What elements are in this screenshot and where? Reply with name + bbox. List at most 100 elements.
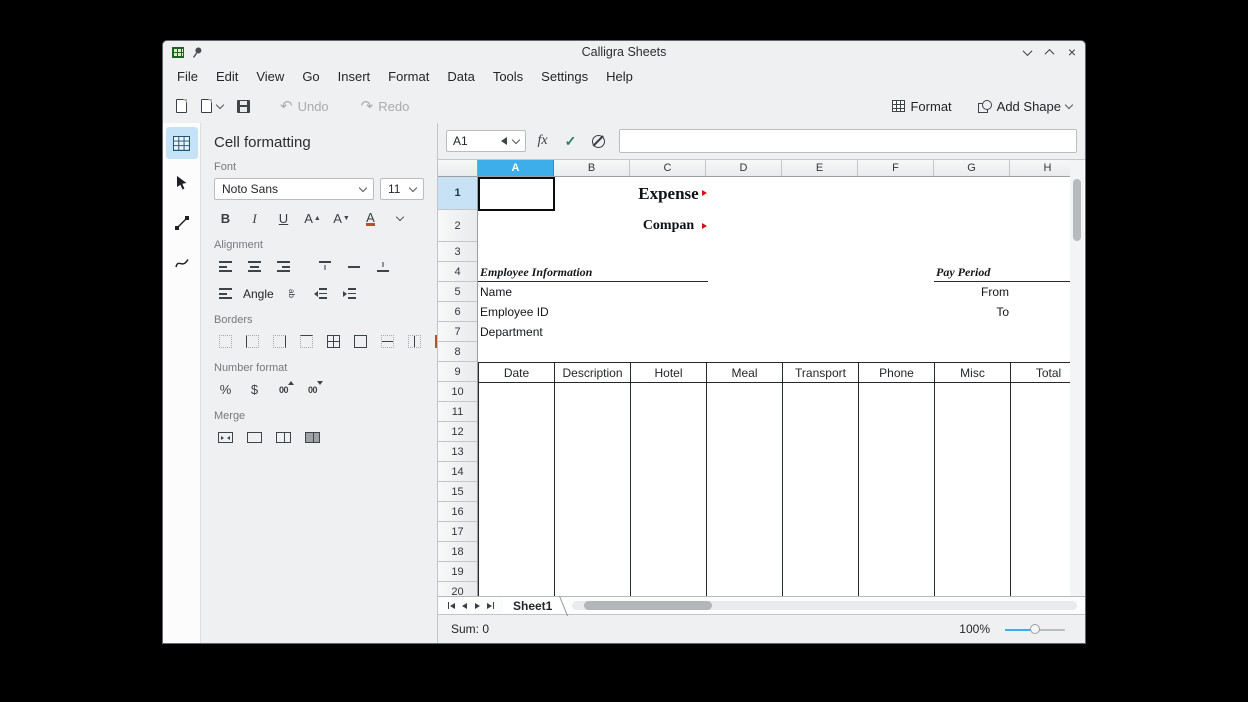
increase-indent-button[interactable] — [338, 283, 361, 304]
cell-report-subtitle[interactable]: Compan — [630, 210, 707, 242]
expense-header-phone[interactable]: Phone — [858, 362, 935, 383]
menu-edit[interactable]: Edit — [207, 65, 247, 88]
border-none-button[interactable] — [214, 331, 237, 352]
column-header-G[interactable]: G — [934, 160, 1010, 176]
last-sheet-button[interactable] — [484, 599, 497, 613]
merge-vertical-button[interactable] — [272, 427, 295, 448]
column-header-D[interactable]: D — [706, 160, 782, 176]
cells-layer[interactable]: Expense Compan Employee Information Pay … — [478, 177, 1070, 596]
row-header-10[interactable]: 10 — [438, 382, 477, 402]
row-header-19[interactable]: 19 — [438, 562, 477, 582]
zoom-slider-knob[interactable] — [1030, 624, 1040, 634]
row-header-18[interactable]: 18 — [438, 542, 477, 562]
menu-help[interactable]: Help — [597, 65, 642, 88]
titlebar[interactable]: Calligra Sheets × — [163, 41, 1085, 63]
new-document-button[interactable] — [170, 93, 193, 119]
underline-button[interactable]: U — [272, 208, 295, 229]
shrink-font-button[interactable]: A▼ — [330, 208, 353, 229]
row-header-3[interactable]: 3 — [438, 242, 477, 262]
sheet-tab-sheet1[interactable]: Sheet1 — [503, 597, 566, 614]
vertical-scrollbar[interactable] — [1070, 160, 1084, 596]
increase-precision-button[interactable]: 00 — [272, 379, 295, 400]
row-header-9[interactable]: 9 — [438, 362, 477, 382]
row-header-14[interactable]: 14 — [438, 462, 477, 482]
redo-button[interactable]: ↷ Redo — [355, 93, 416, 119]
row-header-7[interactable]: 7 — [438, 322, 477, 342]
row-header-1[interactable]: 1 — [438, 177, 477, 210]
row-header-5[interactable]: 5 — [438, 282, 477, 302]
font-color-button[interactable]: A — [359, 208, 382, 229]
column-header-C[interactable]: C — [630, 160, 706, 176]
align-middle-button[interactable] — [342, 256, 365, 277]
row-header-4[interactable]: 4 — [438, 262, 477, 282]
expense-header-description[interactable]: Description — [554, 362, 631, 383]
border-color-button[interactable] — [430, 331, 438, 352]
column-header-H[interactable]: H — [1010, 160, 1070, 176]
minimize-icon[interactable] — [1022, 46, 1032, 56]
align-center-button[interactable] — [243, 256, 266, 277]
merge-cells-button[interactable] — [214, 427, 237, 448]
cancel-button[interactable] — [587, 131, 610, 152]
decrease-indent-button[interactable] — [309, 283, 332, 304]
column-header-B[interactable]: B — [554, 160, 630, 176]
select-all-corner[interactable] — [438, 160, 478, 177]
close-icon[interactable]: × — [1068, 45, 1076, 59]
border-top-button[interactable] — [295, 331, 318, 352]
cell-name-label[interactable]: Name — [480, 282, 512, 302]
merge-horizontal-button[interactable] — [243, 427, 266, 448]
previous-sheet-button[interactable] — [458, 599, 471, 613]
grow-font-button[interactable]: A▲ — [301, 208, 324, 229]
next-sheet-button[interactable] — [471, 599, 484, 613]
row-header-12[interactable]: 12 — [438, 422, 477, 442]
border-right-button[interactable] — [268, 331, 291, 352]
apply-button[interactable]: ✓ — [559, 131, 582, 152]
function-button[interactable]: fx — [531, 131, 554, 152]
connector-tool-button[interactable] — [166, 207, 198, 239]
menu-file[interactable]: File — [168, 65, 207, 88]
cell-to-label[interactable]: To — [934, 302, 1009, 322]
formula-input[interactable] — [619, 129, 1077, 153]
maximize-icon[interactable] — [1044, 48, 1054, 58]
selection-tool-button[interactable] — [166, 167, 198, 199]
row-header-8[interactable]: 8 — [438, 342, 477, 362]
dissolve-merge-button[interactable] — [301, 427, 324, 448]
expense-header-hotel[interactable]: Hotel — [630, 362, 707, 383]
menu-format[interactable]: Format — [379, 65, 438, 88]
first-sheet-button[interactable] — [445, 599, 458, 613]
cell-cursor[interactable] — [478, 177, 555, 211]
align-bottom-button[interactable] — [371, 256, 394, 277]
horizontal-scrollbar[interactable] — [572, 601, 1077, 610]
vertical-scrollbar-thumb[interactable] — [1073, 179, 1081, 241]
menu-data[interactable]: Data — [438, 65, 483, 88]
open-dropdown-icon[interactable] — [216, 100, 224, 108]
add-shape-dropdown-icon[interactable] — [1065, 100, 1073, 108]
font-more-button[interactable] — [388, 208, 411, 229]
column-header-A[interactable]: A — [478, 160, 554, 176]
add-shape-button[interactable]: Add Shape — [972, 93, 1078, 119]
open-document-button[interactable] — [195, 93, 229, 119]
expense-header-total[interactable]: Total — [1010, 362, 1070, 383]
row-header-2[interactable]: 2 — [438, 210, 477, 242]
border-horizontal-button[interactable] — [376, 331, 399, 352]
menu-settings[interactable]: Settings — [532, 65, 597, 88]
row-header-11[interactable]: 11 — [438, 402, 477, 422]
percent-format-button[interactable]: % — [214, 379, 237, 400]
menu-insert[interactable]: Insert — [329, 65, 380, 88]
align-right-button[interactable] — [272, 256, 295, 277]
expense-header-date[interactable]: Date — [478, 362, 555, 383]
menu-tools[interactable]: Tools — [484, 65, 532, 88]
format-button[interactable]: Format — [886, 93, 957, 119]
money-format-button[interactable]: $ — [243, 379, 266, 400]
cell-from-label[interactable]: From — [934, 282, 1009, 302]
row-header-13[interactable]: 13 — [438, 442, 477, 462]
save-button[interactable] — [231, 93, 256, 119]
freehand-tool-button[interactable] — [166, 247, 198, 279]
border-left-button[interactable] — [241, 331, 264, 352]
row-header-20[interactable]: 20 — [438, 582, 477, 596]
italic-button[interactable]: I — [243, 208, 266, 229]
horizontal-scrollbar-thumb[interactable] — [584, 601, 712, 610]
border-all-button[interactable] — [322, 331, 345, 352]
cell-employee-id-label[interactable]: Employee ID — [480, 302, 549, 322]
row-header-17[interactable]: 17 — [438, 522, 477, 542]
menu-view[interactable]: View — [247, 65, 293, 88]
